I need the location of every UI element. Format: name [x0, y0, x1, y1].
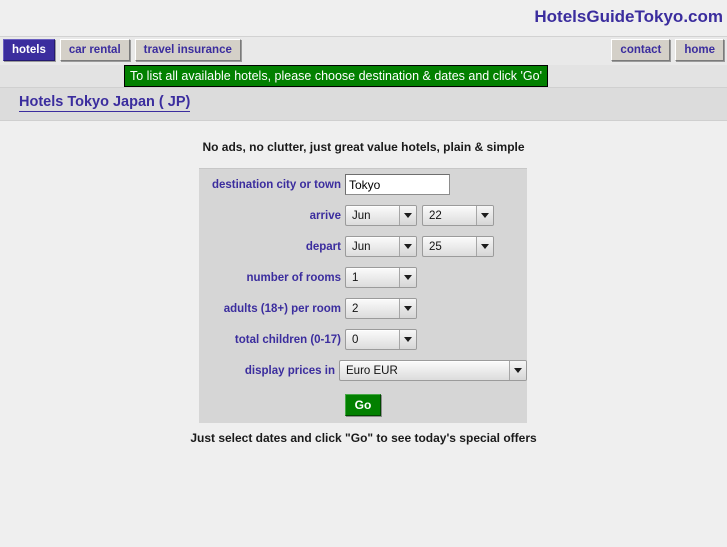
- arrive-label: arrive: [309, 209, 341, 222]
- depart-field-group: Jun 25: [345, 236, 494, 257]
- destination-label: destination city or town: [211, 178, 341, 191]
- depart-day-value: 25: [429, 240, 442, 253]
- arrive-month-value: Jun: [352, 209, 371, 222]
- adults-field-group: 2: [345, 298, 417, 319]
- rooms-value: 1: [352, 271, 359, 284]
- nav-tab-hotels[interactable]: hotels: [3, 39, 55, 61]
- form-row-children: total children (0-17) 0: [199, 324, 527, 355]
- destination-field-group: [345, 174, 450, 195]
- chevron-down-icon: [399, 299, 416, 318]
- children-select[interactable]: 0: [345, 329, 417, 350]
- currency-select[interactable]: Euro EUR: [339, 360, 527, 381]
- currency-value: Euro EUR: [346, 364, 398, 377]
- destination-input[interactable]: [345, 174, 450, 195]
- chevron-down-icon: [399, 237, 416, 256]
- form-row-currency: display prices in Euro EUR: [199, 355, 527, 386]
- form-row-destination: destination city or town: [199, 169, 527, 200]
- chevron-down-icon: [399, 206, 416, 225]
- form-row-submit: Go: [199, 386, 527, 416]
- page-heading-band: Hotels Tokyo Japan ( JP): [0, 88, 727, 121]
- children-field-group: 0: [345, 329, 417, 350]
- notice-strip: To list all available hotels, please cho…: [0, 65, 727, 88]
- depart-day-select[interactable]: 25: [422, 236, 494, 257]
- rooms-select[interactable]: 1: [345, 267, 417, 288]
- hotel-search-form: destination city or town arrive Jun 22 d…: [199, 168, 527, 423]
- depart-label: depart: [305, 240, 341, 253]
- site-title: HotelsGuideTokyo.com: [534, 7, 723, 26]
- arrive-day-select[interactable]: 22: [422, 205, 494, 226]
- depart-month-value: Jun: [352, 240, 371, 253]
- arrive-day-value: 22: [429, 209, 442, 222]
- nav-tab-car-rental[interactable]: car rental: [59, 39, 130, 61]
- arrive-month-select[interactable]: Jun: [345, 205, 417, 226]
- primary-nav-tabs: hotels car rental travel insurance: [3, 39, 241, 61]
- form-row-arrive: arrive Jun 22: [199, 200, 527, 231]
- currency-field-group: Euro EUR: [339, 360, 527, 381]
- adults-select[interactable]: 2: [345, 298, 417, 319]
- currency-label: display prices in: [244, 364, 335, 377]
- footnote: Just select dates and click "Go" to see …: [190, 431, 537, 445]
- instruction-banner: To list all available hotels, please cho…: [124, 65, 548, 87]
- chevron-down-icon: [476, 237, 493, 256]
- depart-month-select[interactable]: Jun: [345, 236, 417, 257]
- chevron-down-icon: [509, 361, 526, 380]
- rooms-label: number of rooms: [246, 271, 341, 284]
- brand-bar: HotelsGuideTokyo.com: [0, 0, 727, 36]
- rooms-field-group: 1: [345, 267, 417, 288]
- form-row-rooms: number of rooms 1: [199, 262, 527, 293]
- secondary-nav-tabs: contact home: [611, 39, 724, 61]
- nav-tab-contact[interactable]: contact: [611, 39, 671, 61]
- go-button[interactable]: Go: [344, 394, 382, 416]
- chevron-down-icon: [476, 206, 493, 225]
- children-value: 0: [352, 333, 359, 346]
- adults-value: 2: [352, 302, 359, 315]
- page-title: Hotels Tokyo Japan ( JP): [19, 94, 191, 112]
- form-row-adults: adults (18+) per room 2: [199, 293, 527, 324]
- children-label: total children (0-17): [234, 333, 341, 346]
- nav-tab-travel-insurance[interactable]: travel insurance: [134, 39, 241, 61]
- chevron-down-icon: [399, 330, 416, 349]
- adults-label: adults (18+) per room: [223, 302, 341, 315]
- arrive-field-group: Jun 22: [345, 205, 494, 226]
- form-row-depart: depart Jun 25: [199, 231, 527, 262]
- main-content: No ads, no clutter, just great value hot…: [0, 121, 727, 547]
- chevron-down-icon: [399, 268, 416, 287]
- navigation-bar: hotels car rental travel insurance conta…: [0, 36, 727, 65]
- nav-tab-home[interactable]: home: [675, 39, 724, 61]
- tagline: No ads, no clutter, just great value hot…: [202, 140, 525, 154]
